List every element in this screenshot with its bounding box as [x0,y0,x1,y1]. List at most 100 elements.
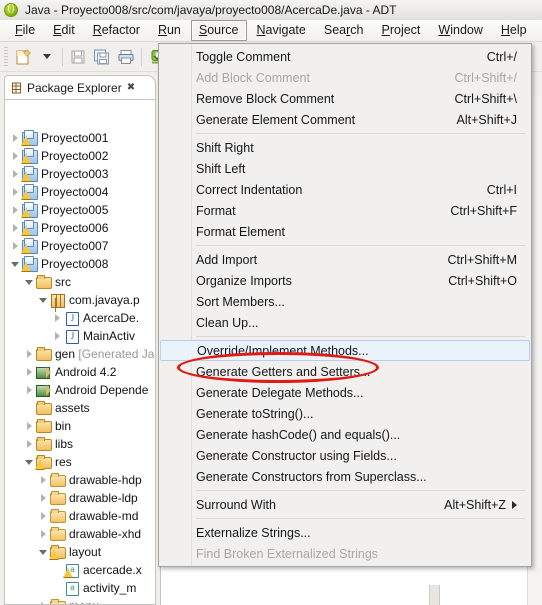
menu-item-externalize-strings[interactable]: Externalize Strings... [159,522,531,543]
menubar-item-file[interactable]: File [7,20,43,41]
tree-item[interactable]: acercade.x [5,561,155,579]
chevron-right-icon[interactable] [23,368,35,376]
tree-item[interactable]: Proyecto006 [5,219,155,237]
menu-item-sort-members[interactable]: Sort Members... [159,291,531,312]
save-button[interactable] [66,45,90,69]
menu-item-generate-getters-and-setters[interactable]: Generate Getters and Setters... [159,361,531,382]
chevron-right-icon[interactable] [37,494,49,502]
tree-item[interactable]: Proyecto003 [5,165,155,183]
menubar-item-navigate[interactable]: Navigate [249,20,314,41]
chevron-down-icon[interactable] [37,297,49,303]
tree-item[interactable]: MainActiv [5,327,155,345]
menubar-item-refactor[interactable]: Refactor [85,20,148,41]
tree-item[interactable]: libs [5,435,155,453]
menu-item-label: Generate Element Comment [196,112,356,127]
menubar-item-search[interactable]: Search [316,20,372,41]
tree-item[interactable]: activity_m [5,579,155,597]
menubar-item-project[interactable]: Project [373,20,428,41]
chevron-right-icon[interactable] [9,206,21,214]
view-splitter-handle[interactable] [429,585,440,605]
tree-item[interactable]: assets [5,399,155,417]
tree-item[interactable]: drawable-ldp [5,489,155,507]
menubar-item-run[interactable]: Run [150,20,189,41]
menu-item-add-import[interactable]: Add Import Ctrl+Shift+M [159,249,531,270]
chevron-down-icon[interactable] [9,261,21,267]
menubar-item-window[interactable]: Window [430,20,490,41]
chevron-right-icon[interactable] [23,422,35,430]
menubar-item-source[interactable]: Source [190,20,247,41]
tree-item[interactable]: Proyecto007 [5,237,155,255]
tree-item-label: acercade.x [83,563,142,577]
menu-item-clean-up[interactable]: Clean Up... [159,312,531,333]
chevron-right-icon[interactable] [9,170,21,178]
tree-item[interactable]: Proyecto001 [5,129,155,147]
chevron-down-icon[interactable] [23,459,35,465]
chevron-down-icon[interactable] [37,549,49,555]
menu-item-override-implement-methods[interactable]: Override/Implement Methods... [160,340,530,361]
tree-item[interactable]: drawable-hdp [5,471,155,489]
new-wizard-dropdown[interactable] [35,45,59,69]
tree-item[interactable]: Android 4.2 [5,363,155,381]
menu-item-generate-hashcode-and-equals[interactable]: Generate hashCode() and equals()... [159,424,531,445]
chevron-right-icon[interactable] [37,530,49,538]
package-icon [49,292,66,308]
menu-item-generate-delegate-methods[interactable]: Generate Delegate Methods... [159,382,531,403]
tree-item[interactable]: com.javaya.p [5,291,155,309]
menu-item-format-element[interactable]: Format Element [159,221,531,242]
save-all-button[interactable] [90,45,114,69]
chevron-right-icon[interactable] [37,512,49,520]
tree-item[interactable]: gen [Generated Ja [5,345,155,363]
tree-item[interactable]: Android Depende [5,381,155,399]
tree-item[interactable]: menu [5,597,155,604]
chevron-right-icon[interactable] [9,188,21,196]
tree-item[interactable]: Proyecto004 [5,183,155,201]
chevron-right-icon[interactable] [23,386,35,394]
toolbar-grip[interactable] [4,46,8,67]
package-explorer-tree[interactable]: Proyecto001 Proyecto002 Proyecto003 Proyect… [5,127,155,604]
source-dropdown-menu[interactable]: Toggle Comment Ctrl+/ Add Block Comment Ctr… [158,43,532,567]
menu-item-toggle-comment[interactable]: Toggle Comment Ctrl+/ [159,46,531,67]
tab-package-explorer[interactable]: Package Explorer ✖ [4,75,157,99]
menu-item-generate-tostring[interactable]: Generate toString()... [159,403,531,424]
tree-item[interactable]: bin [5,417,155,435]
menu-item-remove-block-comment[interactable]: Remove Block Comment Ctrl+Shift+\ [159,88,531,109]
tree-item[interactable]: src [5,273,155,291]
menubar-item-help[interactable]: Help [493,20,535,41]
menu-item-generate-constructors-from-superclass[interactable]: Generate Constructors from Superclass... [159,466,531,487]
menu-item-correct-indentation[interactable]: Correct Indentation Ctrl+I [159,179,531,200]
menu-item-organize-imports[interactable]: Organize Imports Ctrl+Shift+O [159,270,531,291]
tree-item[interactable]: layout [5,543,155,561]
tree-item[interactable]: Proyecto008 [5,255,155,273]
new-wizard-button[interactable] [11,45,35,69]
chevron-right-icon[interactable] [9,242,21,250]
chevron-right-icon[interactable] [23,350,35,358]
chevron-right-icon[interactable] [9,134,21,142]
tree-item-label: Proyecto002 [41,149,109,163]
menu-item-surround-with[interactable]: Surround With Alt+Shift+Z [159,494,531,515]
tree-item[interactable]: drawable-md [5,507,155,525]
menu-item-format[interactable]: Format Ctrl+Shift+F [159,200,531,221]
chevron-right-icon[interactable] [51,314,63,322]
menu-item-shift-left[interactable]: Shift Left [159,158,531,179]
tree-item[interactable]: Proyecto002 [5,147,155,165]
menubar-item-edit[interactable]: Edit [45,20,83,41]
chevron-down-icon[interactable] [23,279,35,285]
chevron-right-icon[interactable] [9,224,21,232]
tree-item-label-dim: [Generated Ja [78,347,155,361]
tree-item[interactable]: res [5,453,155,471]
chevron-right-icon[interactable] [37,476,49,484]
tree-item[interactable]: Proyecto005 [5,201,155,219]
folder-icon [35,418,52,434]
package-explorer-tree-container[interactable]: Proyecto001 Proyecto002 Proyecto003 Proyect… [4,99,156,605]
menu-item-shift-right[interactable]: Shift Right [159,137,531,158]
chevron-right-icon[interactable] [9,152,21,160]
chevron-right-icon[interactable] [51,332,63,340]
close-icon[interactable]: ✖ [127,82,135,93]
tree-item[interactable]: AcercaDe. [5,309,155,327]
folder-warning-icon [49,544,66,560]
print-button[interactable] [114,45,138,69]
menu-item-generate-element-comment[interactable]: Generate Element Comment Alt+Shift+J [159,109,531,130]
menu-item-generate-constructor-using-fields[interactable]: Generate Constructor using Fields... [159,445,531,466]
chevron-right-icon[interactable] [23,440,35,448]
tree-item[interactable]: drawable-xhd [5,525,155,543]
